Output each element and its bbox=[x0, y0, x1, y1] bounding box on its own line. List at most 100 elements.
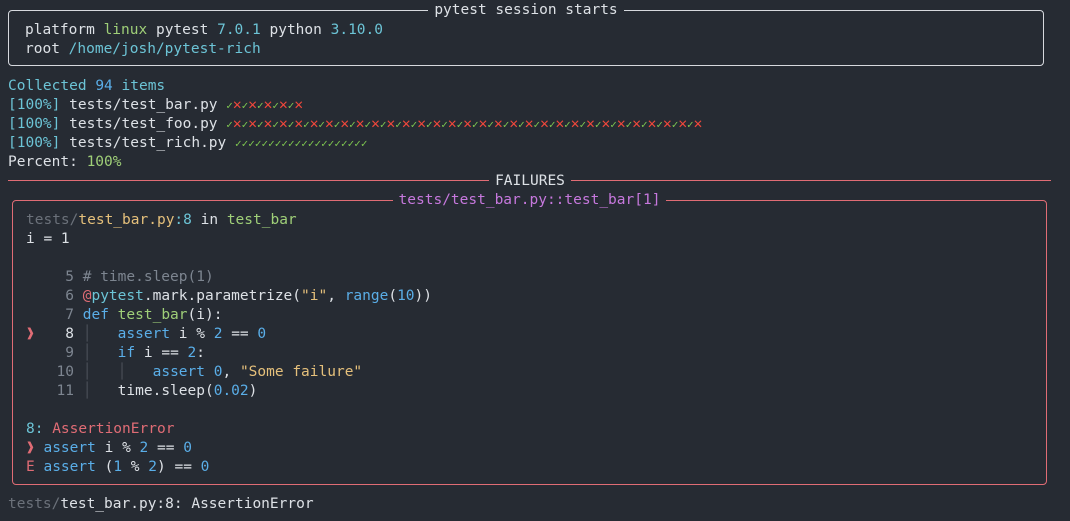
pass-check-icon: ✓ bbox=[341, 137, 348, 150]
fail-cross-icon: ✕ bbox=[463, 116, 473, 132]
fail-cross-icon: ✕ bbox=[355, 116, 365, 132]
failures-title: FAILURES bbox=[0, 172, 1060, 191]
collected-line: Collected 94 items bbox=[8, 78, 166, 94]
error-explain-line: E assert (1 % 2) == 0 bbox=[26, 459, 210, 475]
failure-test-title: tests/test_bar.py::test_bar[1] bbox=[13, 191, 1046, 210]
summary-line: tests/test_bar.py:8: AssertionError bbox=[8, 496, 314, 512]
code-text: time.sleep(0.02) bbox=[117, 383, 258, 399]
root-line: root /home/josh/pytest-rich bbox=[25, 41, 261, 57]
pass-check-icon: ✓ bbox=[288, 137, 295, 150]
fail-cross-icon: ✕ bbox=[616, 116, 626, 132]
pass-check-icon: ✓ bbox=[610, 118, 617, 131]
fail-cross-icon: ✕ bbox=[386, 116, 396, 132]
pass-check-icon: ✓ bbox=[226, 99, 233, 112]
error-pointer-line: ❱ assert i % 2 == 0 bbox=[26, 439, 192, 458]
pass-check-icon: ✓ bbox=[687, 118, 694, 131]
pass-check-icon: ✓ bbox=[272, 99, 279, 112]
pass-check-icon: ✓ bbox=[235, 137, 242, 150]
pass-check-icon: ✓ bbox=[334, 137, 341, 150]
platform-line: platform linux pytest 7.0.1 python 3.10.… bbox=[25, 22, 383, 38]
result-marks: ✓✓✓✓✓✓✓✓✓✓✓✓✓✓✓✓✓✓✓✓ bbox=[235, 135, 368, 151]
code-line-current: ❱ 8 │ assert i % 2 == 0 bbox=[26, 326, 267, 342]
pass-check-icon: ✓ bbox=[354, 137, 361, 150]
session-header-panel: pytest session starts platform linux pyt… bbox=[8, 2, 1044, 66]
pointer-icon: ❱ bbox=[26, 440, 35, 456]
code-text: assert i % 2 == 0 bbox=[43, 440, 192, 456]
fail-cross-icon: ✕ bbox=[555, 116, 565, 132]
fail-cross-icon: ✕ bbox=[371, 116, 380, 132]
session-title: pytest session starts bbox=[9, 1, 1043, 20]
code-line: 9 │ if i == 2: bbox=[65, 345, 206, 361]
pass-check-icon: ✓ bbox=[349, 118, 356, 131]
pass-check-icon: ✓ bbox=[268, 137, 275, 150]
pass-check-icon: ✓ bbox=[272, 118, 279, 131]
code-line: 6 @pytest.mark.parametrize("i", range(10… bbox=[65, 288, 433, 304]
fail-cross-icon: ✕ bbox=[432, 116, 442, 132]
result-row: [100%] tests/test_foo.py ✓✕✓✕✓✕✓✕✓✕✓✕✓✕✓… bbox=[8, 116, 703, 132]
fail-cross-icon: ✕ bbox=[294, 116, 304, 132]
fail-cross-icon: ✕ bbox=[601, 116, 611, 132]
code-text: assert (1 % 2) == 0 bbox=[43, 459, 210, 475]
pass-check-icon: ✓ bbox=[594, 118, 602, 131]
code-line: 7 def test_bar(i): bbox=[65, 307, 223, 323]
pass-check-icon: ✓ bbox=[360, 137, 368, 150]
fail-cross-icon: ✕ bbox=[447, 116, 457, 132]
code-text: @pytest.mark.parametrize("i", range(10)) bbox=[82, 288, 433, 304]
pass-check-icon: ✓ bbox=[281, 137, 288, 150]
fail-cross-icon: ✕ bbox=[278, 97, 288, 113]
failure-panel: tests/test_bar.py::test_bar[1] tests/tes… bbox=[12, 192, 1047, 485]
fail-cross-icon: ✕ bbox=[294, 97, 304, 113]
fail-cross-icon: ✕ bbox=[325, 116, 334, 132]
result-marks: ✓✕✓✕✓✕✓✕✓✕✓✕✓✕✓✕✓✕✓✕✓✕✓✕✓✕✓✕✓✕✓✕✓✕✓✕✓✕✓✕… bbox=[226, 116, 702, 132]
pass-check-icon: ✓ bbox=[226, 118, 233, 131]
fail-cross-icon: ✕ bbox=[540, 116, 549, 132]
percent-line: Percent: 100% bbox=[8, 154, 122, 170]
result-row: [100%] tests/test_bar.py ✓✕✓✕✓✕✓✕✓✕ bbox=[8, 97, 304, 113]
code-line: 5 # time.sleep(1) bbox=[65, 269, 214, 285]
local-variable: i = 1 bbox=[26, 231, 70, 247]
error-name-line: 8: AssertionError bbox=[26, 421, 175, 437]
fail-cross-icon: ✕ bbox=[232, 97, 242, 113]
terminal-window: pytest session starts platform linux pyt… bbox=[0, 0, 1070, 521]
fail-cross-icon: ✕ bbox=[570, 116, 580, 132]
pass-check-icon: ✓ bbox=[564, 118, 571, 131]
code-line: 11 │ time.sleep(0.02) bbox=[56, 383, 258, 399]
fail-cross-icon: ✕ bbox=[340, 116, 350, 132]
pass-check-icon: ✓ bbox=[303, 118, 310, 131]
pass-check-icon: ✓ bbox=[301, 137, 308, 150]
fail-cross-icon: ✕ bbox=[248, 116, 257, 132]
pass-check-icon: ✓ bbox=[321, 137, 328, 150]
fail-cross-icon: ✕ bbox=[278, 116, 288, 132]
fail-cross-icon: ✕ bbox=[662, 116, 672, 132]
pass-check-icon: ✓ bbox=[441, 118, 448, 131]
pass-check-icon: ✓ bbox=[487, 118, 494, 131]
pass-check-icon: ✓ bbox=[518, 118, 525, 131]
pass-check-icon: ✓ bbox=[307, 137, 315, 150]
fail-cross-icon: ✕ bbox=[509, 116, 519, 132]
pass-check-icon: ✓ bbox=[656, 118, 663, 131]
code-text: assert 0, "Some failure" bbox=[152, 364, 363, 380]
pass-check-icon: ✓ bbox=[395, 118, 402, 131]
pass-check-icon: ✓ bbox=[248, 137, 255, 150]
fail-cross-icon: ✕ bbox=[693, 116, 703, 132]
fail-cross-icon: ✕ bbox=[401, 116, 411, 132]
pass-check-icon: ✓ bbox=[640, 118, 648, 131]
fail-cross-icon: ✕ bbox=[494, 116, 503, 132]
fail-cross-icon: ✕ bbox=[678, 116, 688, 132]
failure-location: tests/test_bar.py:8 in test_bar bbox=[26, 212, 297, 228]
result-marks: ✓✕✓✕✓✕✓✕✓✕ bbox=[226, 97, 303, 113]
code-line: 10 │ │ assert 0, "Some failure" bbox=[56, 364, 363, 380]
pass-check-icon: ✓ bbox=[254, 137, 262, 150]
fail-cross-icon: ✕ bbox=[417, 116, 426, 132]
fail-cross-icon: ✕ bbox=[586, 116, 595, 132]
fail-cross-icon: ✕ bbox=[248, 97, 257, 113]
code-text: assert i % 2 == 0 bbox=[117, 326, 267, 342]
code-text: def test_bar(i): bbox=[82, 307, 223, 323]
pass-check-icon: ✓ bbox=[256, 118, 264, 131]
fail-cross-icon: ✕ bbox=[232, 116, 242, 132]
pass-check-icon: ✓ bbox=[425, 118, 433, 131]
fail-cross-icon: ✕ bbox=[632, 116, 641, 132]
pass-check-icon: ✓ bbox=[256, 99, 264, 112]
result-row: [100%] tests/test_rich.py ✓✓✓✓✓✓✓✓✓✓✓✓✓✓… bbox=[8, 135, 368, 151]
pass-check-icon: ✓ bbox=[472, 118, 479, 131]
